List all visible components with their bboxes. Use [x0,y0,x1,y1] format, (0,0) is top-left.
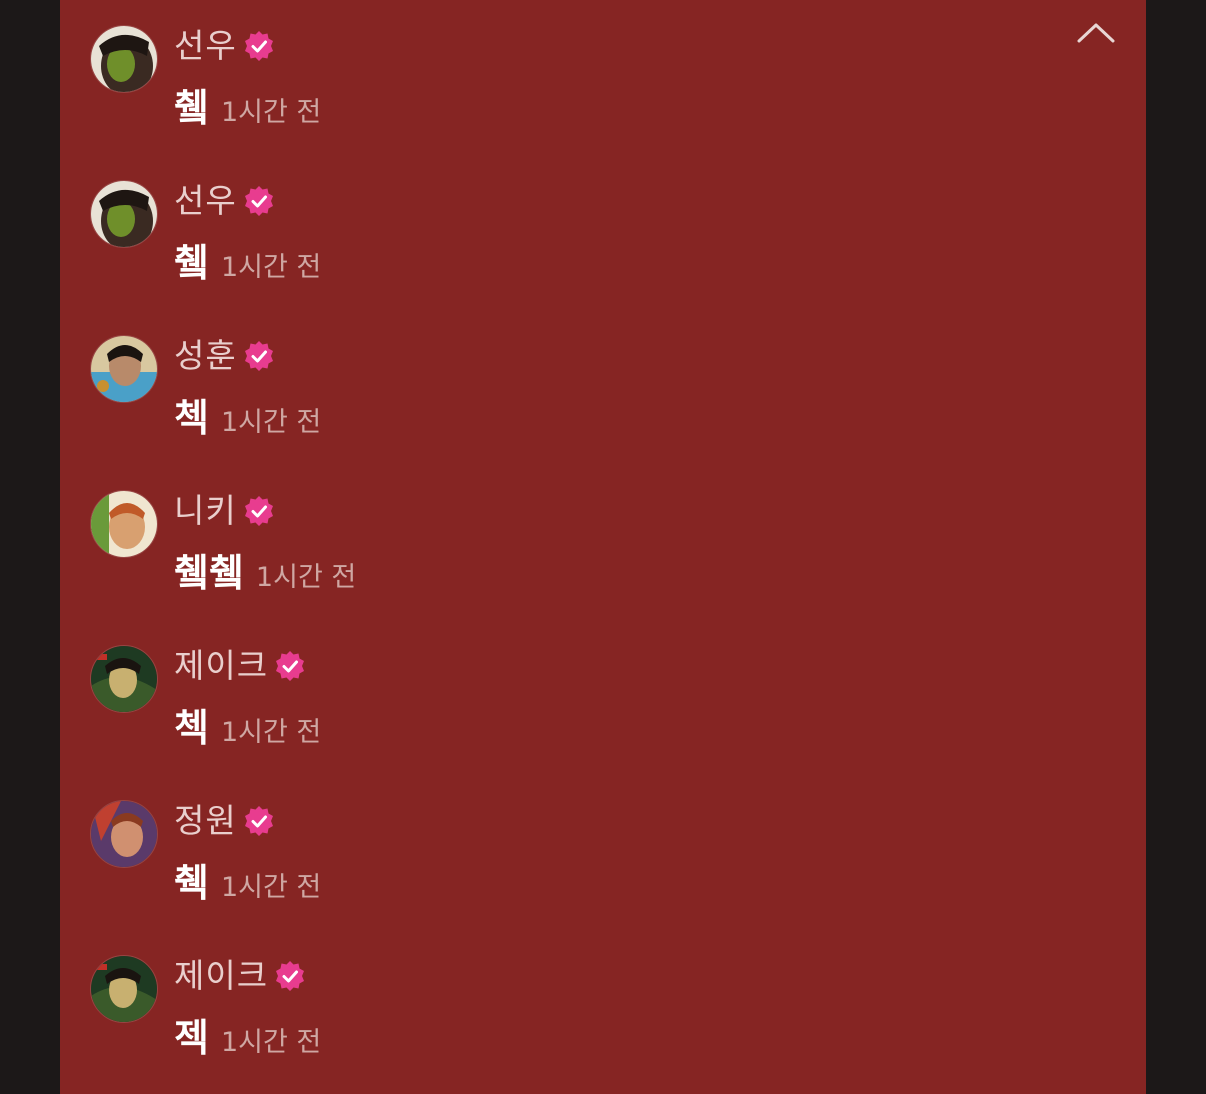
comment-time: 1시간 전 [220,872,322,903]
avatar[interactable] [90,800,158,868]
comment-text: 췍 [174,861,209,905]
comment-text: 첵 [174,396,209,440]
avatar-photo [91,26,157,92]
avatar[interactable] [90,955,158,1023]
comment-time: 1시간 전 [255,562,357,593]
app-background: 선우 췤 1시간 전 선우 췤 1시간 전 성훈 첵 1시간 전 니키 췤췤 1… [0,0,1206,1094]
comment-text: 젝 [174,1016,209,1060]
comment-text: 췤 [174,86,209,130]
avatar-photo [91,801,157,867]
avatar[interactable] [90,180,158,248]
comment-time: 1시간 전 [220,252,322,283]
avatar-photo [91,956,157,1022]
avatar-photo [91,491,157,557]
comment-item: 선우 췤 1시간 전 [60,155,1060,285]
chevron-up-icon [1077,23,1115,43]
comment-text: 첵 [174,706,209,750]
collapse-button[interactable] [1072,12,1120,52]
verified-badge-icon [244,806,273,836]
comment-text: 췤 [174,241,209,285]
author-name[interactable]: 정원 [174,795,237,847]
comment-time: 1시간 전 [220,1027,322,1058]
avatar[interactable] [90,645,158,713]
verified-badge-icon [276,961,305,991]
comment-item: 제이크 젝 1시간 전 [60,930,1060,1060]
avatar-photo [91,646,157,712]
comment-time: 1시간 전 [220,97,322,128]
verified-badge-icon [244,31,273,61]
author-name[interactable]: 선우 [174,175,237,227]
comment-item: 정원 췍 1시간 전 [60,775,1060,905]
avatar[interactable] [90,335,158,403]
comment-time: 1시간 전 [220,407,322,438]
comment-panel: 선우 췤 1시간 전 선우 췤 1시간 전 성훈 첵 1시간 전 니키 췤췤 1… [60,0,1146,1094]
avatar[interactable] [90,490,158,558]
verified-badge-icon [244,496,273,526]
verified-badge-icon [244,186,273,216]
comment-time: 1시간 전 [220,717,322,748]
avatar-photo [91,181,157,247]
comment-item: 선우 췤 1시간 전 [60,0,1060,130]
comment-item: 니키 췤췤 1시간 전 [60,465,1060,595]
comment-text: 췤췤 [174,551,244,595]
comment-item: 성훈 첵 1시간 전 [60,310,1060,440]
avatar[interactable] [90,25,158,93]
author-name[interactable]: 선우 [174,20,237,72]
author-name[interactable]: 제이크 [174,640,268,692]
author-name[interactable]: 제이크 [174,950,268,1002]
comment-item: 제이크 첵 1시간 전 [60,620,1060,750]
author-name[interactable]: 성훈 [174,330,237,382]
verified-badge-icon [276,651,305,681]
avatar-photo [91,336,157,402]
author-name[interactable]: 니키 [174,485,237,537]
verified-badge-icon [244,341,273,371]
